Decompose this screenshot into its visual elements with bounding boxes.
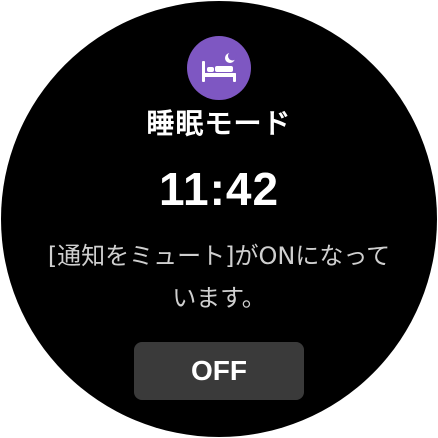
clock-time: 11:42 bbox=[158, 163, 280, 215]
off-button[interactable]: OFF bbox=[134, 342, 304, 400]
watch-face: 睡眠モード 11:42 [通知をミュート]がONになっています。 OFF bbox=[1, 1, 437, 437]
mode-title: 睡眠モード bbox=[146, 107, 292, 140]
status-message: [通知をミュート]がONになっています。 bbox=[47, 242, 391, 312]
bed-moon-icon bbox=[202, 52, 237, 82]
sleep-mode-icon-badge bbox=[187, 36, 251, 100]
